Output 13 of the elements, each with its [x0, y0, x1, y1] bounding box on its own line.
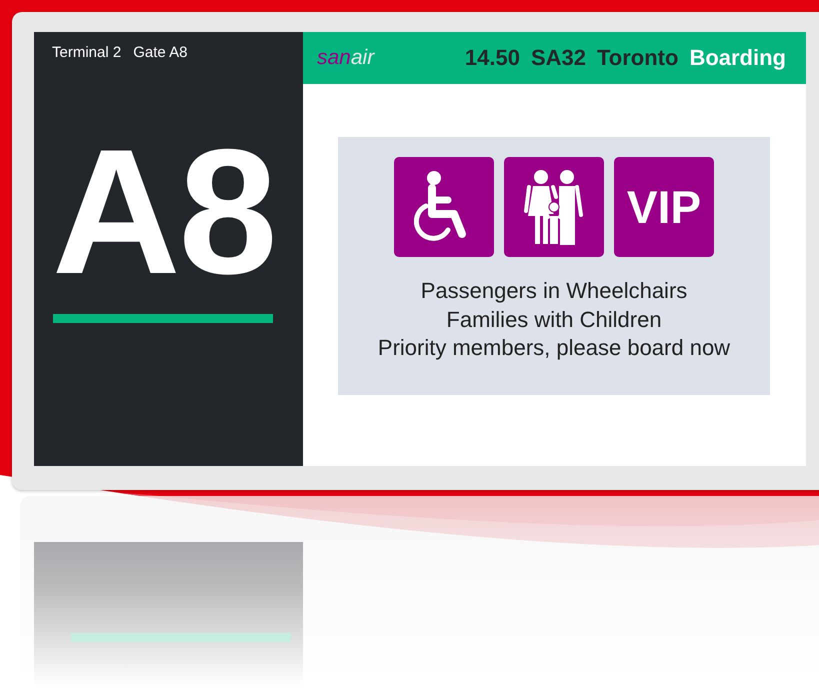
terminal-label: Terminal 2 — [52, 44, 122, 61]
flight-status: Boarding — [689, 45, 786, 71]
destination: Toronto — [596, 45, 678, 71]
airline-logo: sanair — [317, 46, 374, 70]
gate-label: Gate A8 — [133, 44, 188, 61]
boarding-message: Passengers in Wheelchairs — [420, 277, 688, 305]
boarding-message: Priority members, please board now — [378, 334, 730, 362]
boarding-message: Families with Children — [446, 306, 662, 334]
family-icon — [524, 169, 584, 245]
gate-code: A8 — [52, 123, 277, 301]
departure-time: 14.50 — [464, 45, 520, 71]
flight-number: SA32 — [530, 45, 586, 71]
vip-sign: VIP — [614, 157, 714, 257]
